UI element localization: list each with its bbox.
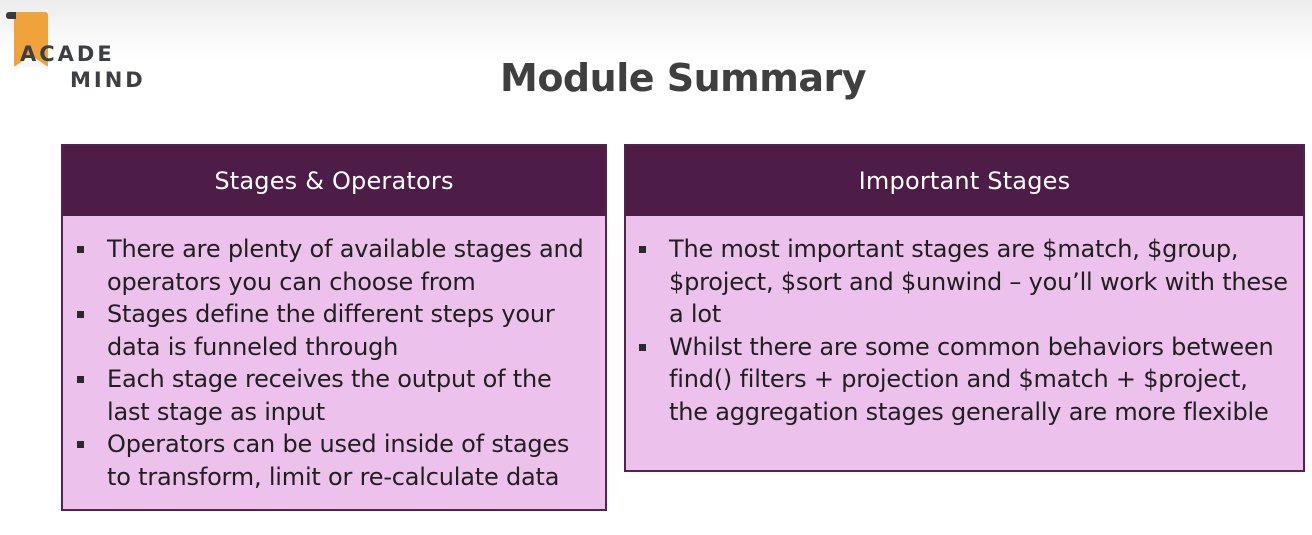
list-item-text: Operators can be used inside of stages t… bbox=[107, 430, 570, 491]
list-item: There are plenty of available stages and… bbox=[63, 233, 605, 298]
list-item: Stages define the different steps your d… bbox=[63, 298, 605, 363]
list-item-text: Each stage receives the output of the la… bbox=[107, 365, 552, 426]
panel-header: Important Stages bbox=[626, 146, 1303, 216]
list-item-text: There are plenty of available stages and… bbox=[107, 235, 584, 296]
list-item: Whilst there are some common behaviors b… bbox=[626, 331, 1303, 429]
list-item: Operators can be used inside of stages t… bbox=[63, 428, 605, 493]
bullet-list: There are plenty of available stages and… bbox=[63, 216, 605, 493]
bullet-icon bbox=[77, 246, 84, 253]
bullet-icon bbox=[639, 246, 646, 253]
panel-header: Stages & Operators bbox=[63, 146, 605, 216]
bullet-list: The most important stages are $match, $g… bbox=[626, 216, 1303, 428]
stages-operators-panel: Stages & Operators There are plenty of a… bbox=[61, 144, 607, 511]
list-item: The most important stages are $match, $g… bbox=[626, 233, 1303, 331]
slide-title: Module Summary bbox=[500, 56, 866, 100]
list-item: Each stage receives the output of the la… bbox=[63, 363, 605, 428]
bullet-icon bbox=[77, 441, 84, 448]
list-item-text: The most important stages are $match, $g… bbox=[669, 235, 1288, 328]
bullet-icon bbox=[639, 343, 646, 351]
bullet-icon bbox=[77, 311, 84, 318]
bullet-icon bbox=[77, 376, 84, 383]
important-stages-panel: Important Stages The most important stag… bbox=[624, 144, 1305, 472]
list-item-text: Stages define the different steps your d… bbox=[107, 300, 555, 361]
list-item-text: Whilst there are some common behaviors b… bbox=[669, 332, 1274, 426]
